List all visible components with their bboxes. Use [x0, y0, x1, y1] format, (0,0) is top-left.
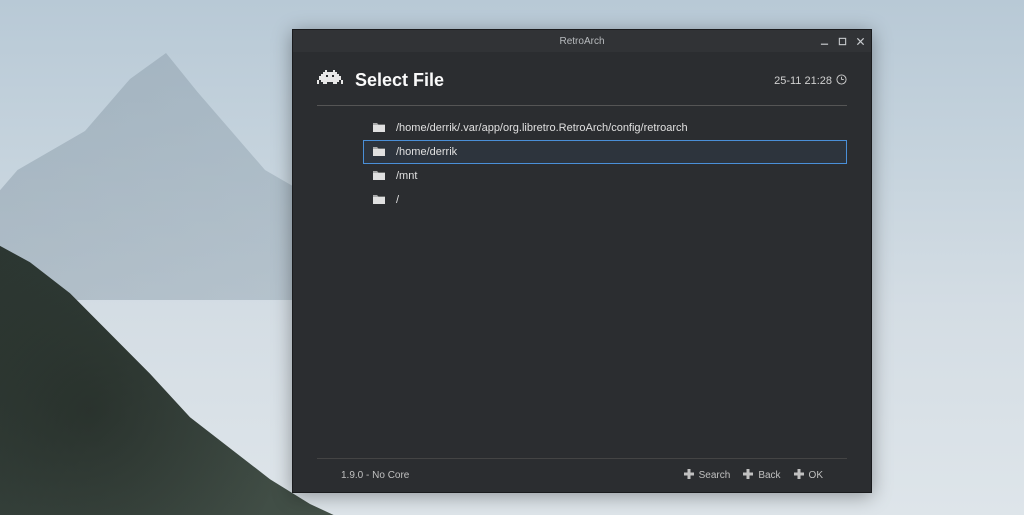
file-item-home[interactable]: /home/derrik — [363, 140, 847, 164]
window-titlebar[interactable]: RetroArch — [293, 30, 871, 52]
ok-label: OK — [809, 470, 823, 481]
folder-icon — [372, 193, 386, 208]
header-divider — [317, 105, 847, 106]
back-action[interactable]: Back — [742, 468, 780, 483]
footer-bar: 1.9.0 - No Core Search Back — [317, 458, 847, 492]
maximize-button[interactable] — [835, 34, 849, 48]
page-header-left: Select File — [317, 68, 444, 93]
file-label: /home/derrik — [396, 146, 457, 158]
close-button[interactable] — [853, 34, 867, 48]
folder-icon — [372, 145, 386, 160]
search-label: Search — [699, 470, 731, 481]
footer-actions: Search Back OK — [683, 468, 823, 483]
dpad-icon — [742, 468, 754, 483]
page-header: Select File 25-11 21:28 — [317, 62, 847, 105]
folder-icon — [372, 169, 386, 184]
file-label: / — [396, 194, 399, 206]
back-label: Back — [758, 470, 780, 481]
dpad-icon — [793, 468, 805, 483]
dpad-icon — [683, 468, 695, 483]
clock-icon — [836, 74, 847, 88]
timestamp-text: 25-11 21:28 — [774, 75, 832, 87]
file-label: /home/derrik/.var/app/org.libretro.Retro… — [396, 122, 688, 134]
search-action[interactable]: Search — [683, 468, 731, 483]
status-text: 1.9.0 - No Core — [341, 470, 409, 481]
folder-icon — [372, 121, 386, 136]
window-title: RetroArch — [559, 36, 604, 47]
window-controls — [817, 30, 867, 52]
file-item-root[interactable]: / — [363, 188, 847, 212]
file-item-config-path[interactable]: /home/derrik/.var/app/org.libretro.Retro… — [363, 116, 847, 140]
retroarch-icon — [317, 68, 343, 93]
file-label: /mnt — [396, 170, 417, 182]
file-item-mnt[interactable]: /mnt — [363, 164, 847, 188]
file-list: /home/derrik/.var/app/org.libretro.Retro… — [317, 112, 847, 212]
window-content: Select File 25-11 21:28 /home/d — [293, 52, 871, 492]
ok-action[interactable]: OK — [793, 468, 823, 483]
retroarch-window: RetroArch — [292, 29, 872, 493]
minimize-button[interactable] — [817, 34, 831, 48]
timestamp: 25-11 21:28 — [774, 74, 847, 88]
page-title: Select File — [355, 70, 444, 91]
